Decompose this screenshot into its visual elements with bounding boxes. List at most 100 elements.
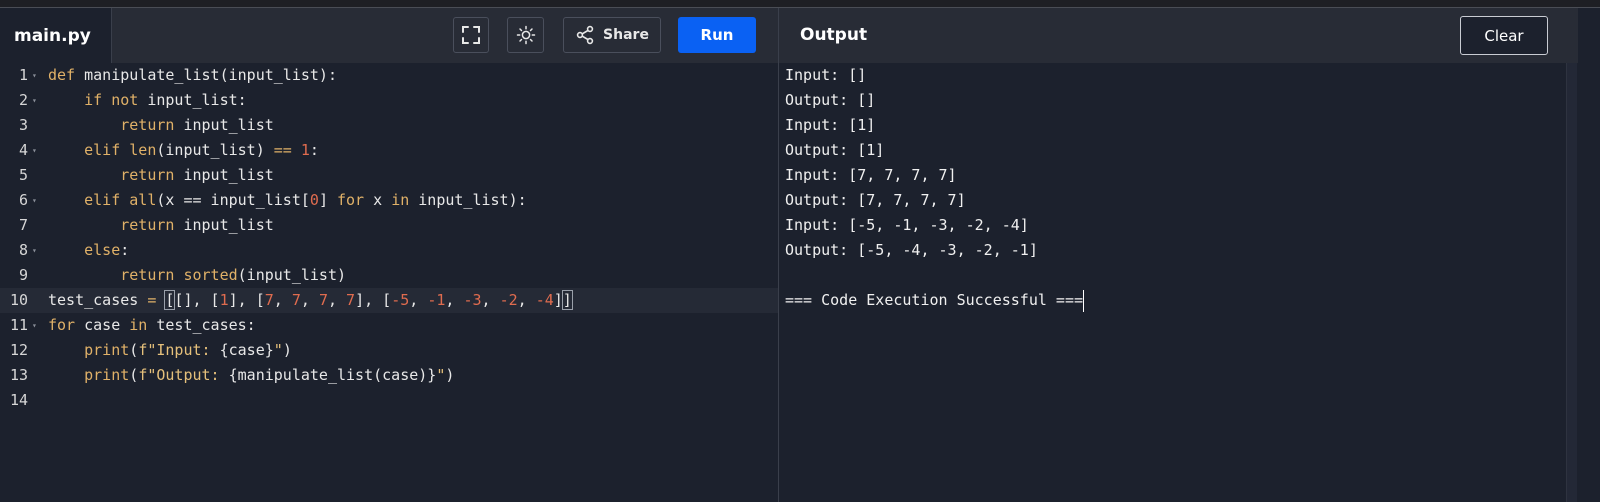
code-token: manipulate_list(input_list): <box>75 66 337 84</box>
code-token: in <box>391 191 410 209</box>
file-tab-label: main.py <box>14 25 91 46</box>
code-token: case <box>75 316 130 334</box>
code-token: {case} <box>219 341 274 359</box>
code-token: ) <box>445 366 455 384</box>
code-token: ( <box>129 341 139 359</box>
code-token: return <box>120 116 175 134</box>
line-number: 12 <box>9 341 28 359</box>
line-number: 14 <box>9 391 28 409</box>
code-token: (x == input_list[ <box>156 191 310 209</box>
fold-arrow-icon[interactable]: ▾ <box>32 138 37 163</box>
right-edge <box>1578 8 1600 502</box>
fold-arrow-icon[interactable]: ▾ <box>32 88 37 113</box>
code-token: sorted <box>183 266 238 284</box>
code-line[interactable]: 12 print(f"Input: {case}") <box>0 338 778 363</box>
theme-toggle-button[interactable] <box>507 17 544 53</box>
code-token: x <box>364 191 392 209</box>
code-token: if not <box>84 91 139 109</box>
code-text: return input_list <box>48 163 274 188</box>
code-token: 7 <box>346 291 356 309</box>
code-token: , <box>327 291 347 309</box>
code-token: -4 <box>535 291 554 309</box>
text-cursor <box>1083 289 1085 312</box>
code-line[interactable]: 6 ▾ elif all(x == input_list[0] for x in … <box>0 188 778 213</box>
fold-arrow-icon[interactable]: ▾ <box>32 63 37 88</box>
clear-button[interactable]: Clear <box>1460 16 1548 55</box>
code-token: ] <box>553 291 563 309</box>
code-line[interactable]: 2 ▾ if not input_list: <box>0 88 778 113</box>
code-line[interactable]: 4 ▾ elif len(input_list) == 1: <box>0 138 778 163</box>
run-label: Run <box>700 26 734 44</box>
output-line: Input: [1] <box>785 113 875 138</box>
output-line-text: Input: [] <box>785 66 867 84</box>
output-line-text: Input: [-5, -1, -3, -2, -4] <box>785 216 1029 234</box>
code-line[interactable]: 13 print(f"Output: {manipulate_list(case… <box>0 363 778 388</box>
code-token: -2 <box>499 291 518 309</box>
line-number: 11 <box>9 316 28 334</box>
fold-arrow-icon[interactable]: ▾ <box>32 188 37 213</box>
run-button[interactable]: Run <box>678 17 756 53</box>
code-token: def <box>48 66 76 84</box>
code-editor[interactable]: 1 ▾ def manipulate_list(input_list): 2 ▾ if … <box>0 63 778 502</box>
code-line[interactable]: 14 <box>0 388 778 413</box>
clear-label: Clear <box>1484 26 1524 45</box>
code-token: , <box>481 291 500 309</box>
line-number: 6 <box>18 191 28 209</box>
output-scrollbar-thumb[interactable] <box>1566 63 1577 502</box>
line-number: 9 <box>18 266 28 284</box>
output-line: Output: [-5, -4, -3, -2, -1] <box>785 238 1038 263</box>
line-number: 3 <box>18 116 28 134</box>
code-token: for <box>337 191 365 209</box>
code-text: return sorted(input_list) <box>48 263 346 288</box>
code-token: f"Output: <box>138 366 229 384</box>
code-token: return <box>120 216 175 234</box>
code-line[interactable]: 1 ▾ def manipulate_list(input_list): <box>0 63 778 88</box>
code-token: -1 <box>427 291 446 309</box>
code-text: elif all(x == input_list[0] for x in inp… <box>48 188 527 213</box>
line-number: 10 <box>9 291 28 309</box>
code-token: (input_list) <box>156 141 274 159</box>
code-token: : <box>309 141 319 159</box>
code-line[interactable]: 5 return input_list <box>0 163 778 188</box>
code-token: [], [ <box>174 291 220 309</box>
share-button[interactable]: Share <box>563 17 661 53</box>
code-line[interactable]: 11 ▾ for case in test_cases: <box>0 313 778 338</box>
output-line: Output: [] <box>785 88 875 113</box>
code-token: test_cases <box>48 291 148 309</box>
line-number: 8 <box>18 241 28 259</box>
code-token: 7 <box>291 291 301 309</box>
fold-arrow-icon[interactable]: ▾ <box>32 238 37 263</box>
output-line-text: === Code Execution Successful === <box>785 291 1084 309</box>
code-token: , <box>517 291 536 309</box>
code-token: print <box>84 366 130 384</box>
code-text: print(f"Output: {manipulate_list(case)}"… <box>48 363 454 388</box>
file-tab-main-py[interactable]: main.py <box>0 8 112 63</box>
code-text: def manipulate_list(input_list): <box>48 63 337 88</box>
code-token: ], [ <box>228 291 265 309</box>
code-line[interactable]: 7 return input_list <box>0 213 778 238</box>
code-text: return input_list <box>48 113 274 138</box>
code-line[interactable]: 3 return input_list <box>0 113 778 138</box>
code-text: if not input_list: <box>48 88 247 113</box>
code-token: , <box>409 291 428 309</box>
window-top-strip <box>0 0 1600 8</box>
code-text: test_cases = [[], [1], [7, 7, 7, 7], [-5… <box>48 288 573 313</box>
fullscreen-button[interactable] <box>453 17 489 53</box>
code-line[interactable]: 9 return sorted(input_list) <box>0 263 778 288</box>
fold-arrow-icon[interactable]: ▾ <box>32 313 37 338</box>
code-line[interactable]: 8 ▾ else: <box>0 238 778 263</box>
code-token: else <box>84 241 121 259</box>
code-token: == <box>273 141 292 159</box>
output-line: Output: [7, 7, 7, 7] <box>785 188 966 213</box>
output-line-text: Output: [] <box>785 91 876 109</box>
line-number: 2 <box>18 91 28 109</box>
output-line: Input: [7, 7, 7, 7] <box>785 163 957 188</box>
code-line[interactable]: 10 test_cases = [[], [1], [7, 7, 7, 7], [… <box>0 288 778 313</box>
code-token: (input_list) <box>237 266 347 284</box>
code-token: -5 <box>391 291 410 309</box>
code-token: ], [ <box>355 291 392 309</box>
